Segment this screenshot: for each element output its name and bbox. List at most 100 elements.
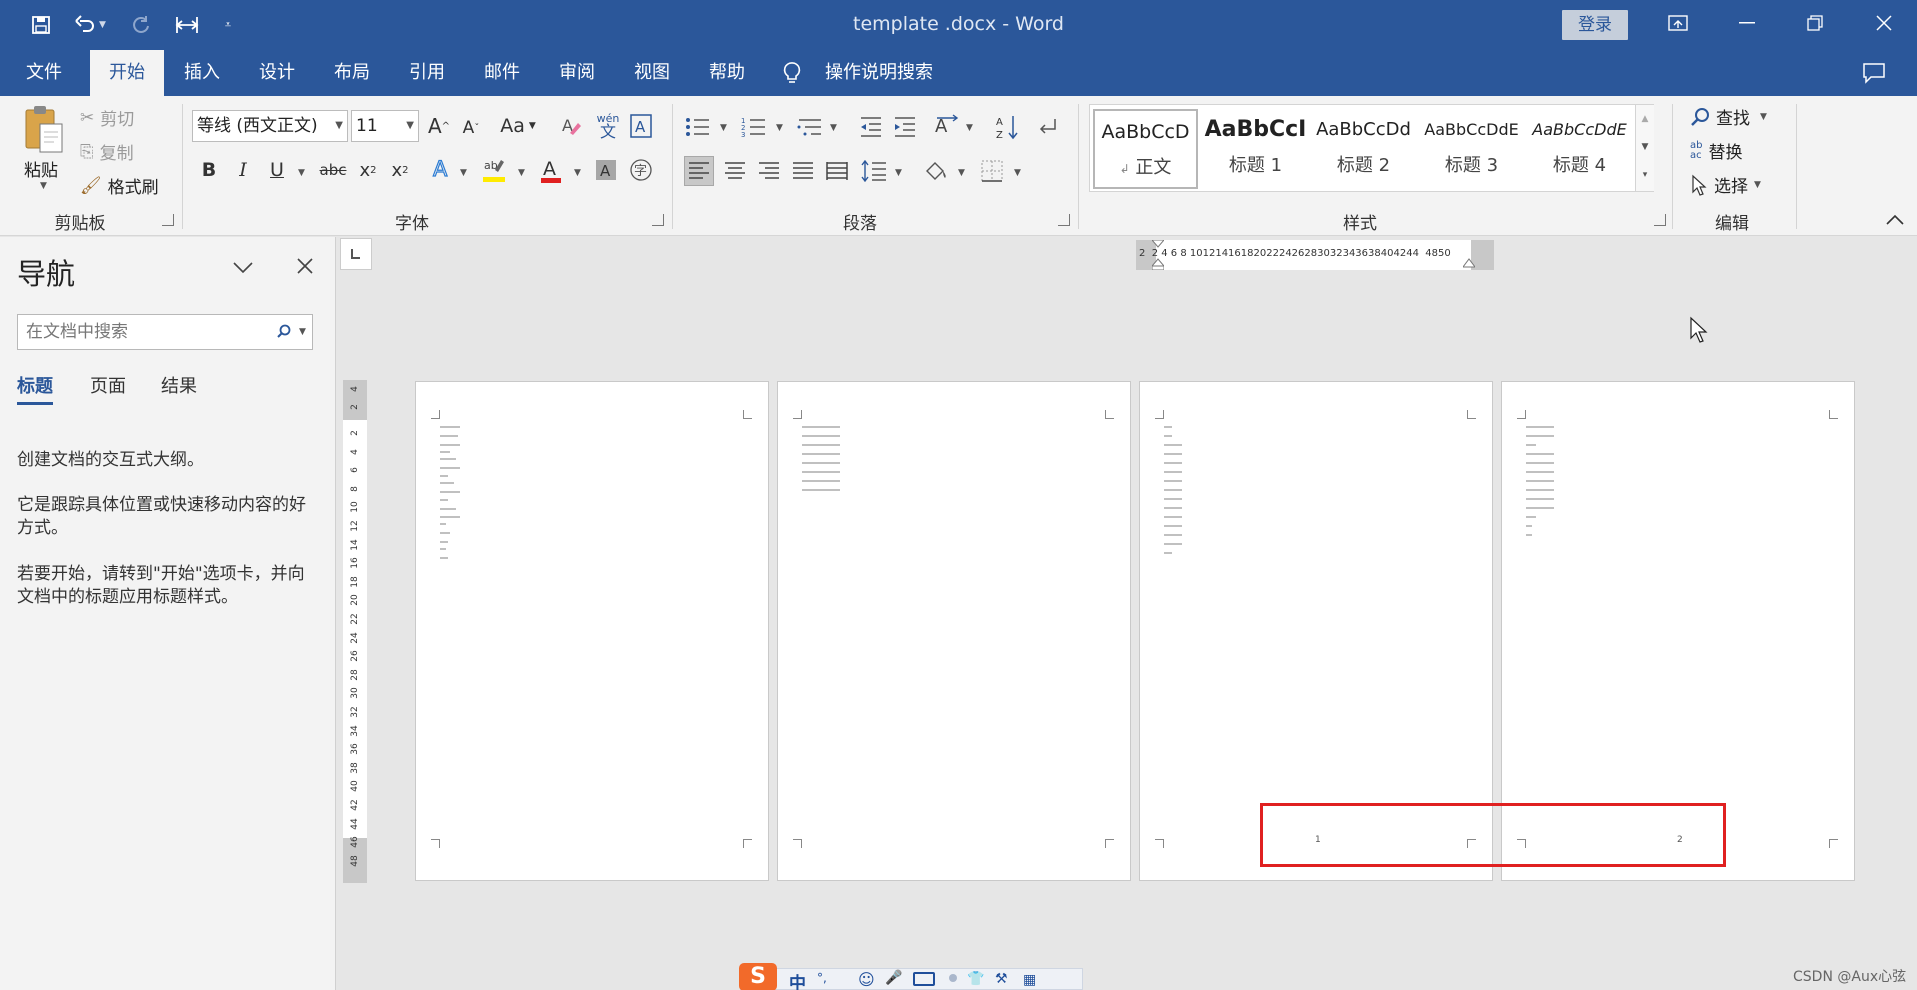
nav-tab-results[interactable]: 结果 [161,372,197,398]
search-input[interactable]: 在文档中搜索 ▼ [17,314,313,350]
horizontal-ruler[interactable]: 2 2 4 6 8 101214161820222426283032343638… [1136,240,1494,270]
indent-marker-icon[interactable] [1152,240,1164,270]
emoji-icon[interactable]: ☺ [858,970,875,989]
replace-button[interactable]: ab ac 替换 [1690,138,1742,163]
multilevel-list-icon[interactable] [796,114,824,140]
character-border-icon[interactable]: A [628,112,654,140]
underline-dropdown-icon[interactable]: ▼ [298,168,305,178]
minimize-icon[interactable] [1727,6,1767,40]
line-spacing-dropdown-icon[interactable]: ▼ [895,168,902,178]
enclose-characters-icon[interactable]: 字 [628,156,654,184]
punctuation-icon[interactable]: °, [817,971,827,985]
tab-insert[interactable]: 插入 [172,50,232,96]
clipboard-launcher-icon[interactable] [162,214,174,226]
font-launcher-icon[interactable] [652,214,664,226]
tab-mailings[interactable]: 邮件 [472,50,532,96]
sort-icon[interactable]: AZ [994,112,1020,142]
tab-home[interactable]: 开始 [90,50,164,96]
tab-review[interactable]: 审阅 [547,50,607,96]
right-indent-marker-icon[interactable] [1463,258,1475,268]
numbering-icon[interactable]: 123 [740,114,768,140]
font-size-combo[interactable]: 11 ▼ [351,110,419,142]
login-button[interactable]: 登录 [1562,10,1628,40]
nav-tab-pages[interactable]: 页面 [90,372,126,398]
gallery-scroll[interactable]: ▲ ▼ ▾ [1635,105,1654,191]
skin-icon[interactable]: 👕 [967,971,984,987]
chevron-down-icon[interactable] [232,261,254,275]
decrease-indent-icon[interactable] [858,114,884,140]
distributed-icon[interactable] [822,156,852,186]
grow-font-icon[interactable]: A ^ [426,112,452,140]
font-color-icon[interactable]: A [538,154,564,186]
borders-dropdown-icon[interactable]: ▼ [1014,168,1021,178]
tab-references[interactable]: 引用 [397,50,457,96]
comments-icon[interactable] [1862,62,1886,84]
text-effects-dropdown-icon[interactable]: ▼ [460,168,467,178]
align-left-icon[interactable] [684,156,714,186]
chinese-layout-icon[interactable]: A [932,112,962,140]
styles-launcher-icon[interactable] [1654,214,1666,226]
voice-icon[interactable]: 🎤 [885,970,902,986]
ribbon-display-options-icon[interactable] [1658,6,1698,40]
copy-button[interactable]: ⎘ 复制 [80,139,134,165]
justify-icon[interactable] [788,156,818,186]
bullets-dropdown-icon[interactable]: ▼ [720,123,727,133]
italic-button[interactable]: I [232,156,254,184]
tell-me-search[interactable]: 操作说明搜索 [825,50,955,96]
paste-icon[interactable] [22,104,66,154]
format-painter-button[interactable]: 🖌 格式刷 [80,173,159,199]
toolbox-icon[interactable]: ⚒ [995,971,1008,987]
style-heading-4[interactable]: AaBbCcDdE 标题 4 [1527,109,1632,189]
tab-design[interactable]: 设计 [247,50,307,96]
paragraph-launcher-icon[interactable] [1058,214,1070,226]
tab-selector[interactable] [340,238,372,270]
scroll-down-icon[interactable]: ▼ [1636,133,1654,161]
tab-file[interactable]: 文件 [14,50,74,96]
highlight-color-icon[interactable]: ab [480,154,508,186]
shading-icon[interactable] [922,156,950,186]
nav-tab-headings[interactable]: 标题 [17,372,53,405]
show-formatting-marks-icon[interactable] [1034,112,1060,142]
bold-button[interactable]: B [198,156,220,184]
restore-icon[interactable] [1795,6,1835,40]
text-effects-icon[interactable]: A [430,154,454,184]
find-button[interactable]: 查找 ▼ [1690,104,1767,129]
tab-layout[interactable]: 布局 [322,50,382,96]
bullets-icon[interactable] [684,114,712,140]
font-name-combo[interactable]: 等线 (西文正文) ▼ [192,110,348,142]
multilevel-dropdown-icon[interactable]: ▼ [830,123,837,133]
borders-icon[interactable] [978,156,1006,186]
select-button[interactable]: 选择 ▼ [1690,172,1761,197]
sogou-logo-icon[interactable]: S [739,963,777,990]
underline-button[interactable]: U [266,156,288,184]
style-heading-3[interactable]: AaBbCcDdE 标题 3 [1419,109,1524,189]
keyboard-icon[interactable] [913,972,935,986]
style-normal[interactable]: AaBbCcD ↲ 正文 [1093,109,1198,189]
strikethrough-button[interactable]: abc [318,156,348,184]
scroll-up-icon[interactable]: ▲ [1636,105,1654,133]
chinese-layout-dropdown-icon[interactable]: ▼ [966,123,973,133]
shading-dropdown-icon[interactable]: ▼ [958,168,965,178]
line-spacing-icon[interactable] [860,156,888,186]
clear-formatting-icon[interactable]: A [558,112,584,140]
ime-toolbar[interactable]: S 中 °, ☺ 🎤 👕 ⚒ ▦ [739,963,1083,990]
collapse-ribbon-icon[interactable] [1885,214,1905,226]
superscript-button[interactable]: x2 [388,156,412,184]
tab-help[interactable]: 帮助 [697,50,757,96]
font-color-dropdown-icon[interactable]: ▼ [574,168,581,178]
close-icon[interactable] [296,257,314,275]
increase-indent-icon[interactable] [892,114,918,140]
vertical-ruler[interactable]: 4 2 2 4 6 8 10 12 14 16 18 20 22 24 26 28 30 32 34 36 38 40 42… [343,380,367,883]
subscript-button[interactable]: x2 [356,156,380,184]
paste-button[interactable]: 粘贴 [24,156,58,181]
highlight-dropdown-icon[interactable]: ▼ [518,168,525,178]
style-heading-1[interactable]: AaBbCcI 标题 1 [1203,109,1308,189]
search-icon[interactable] [276,315,292,349]
shrink-font-icon[interactable]: Aˇ [458,114,484,142]
menu-grid-icon[interactable]: ▦ [1023,972,1036,988]
search-options-icon[interactable]: ▼ [299,315,306,349]
align-center-icon[interactable] [720,156,750,186]
document-page[interactable] [415,381,769,881]
gallery-more-icon[interactable]: ▾ [1636,161,1654,189]
close-icon[interactable] [1864,6,1904,40]
